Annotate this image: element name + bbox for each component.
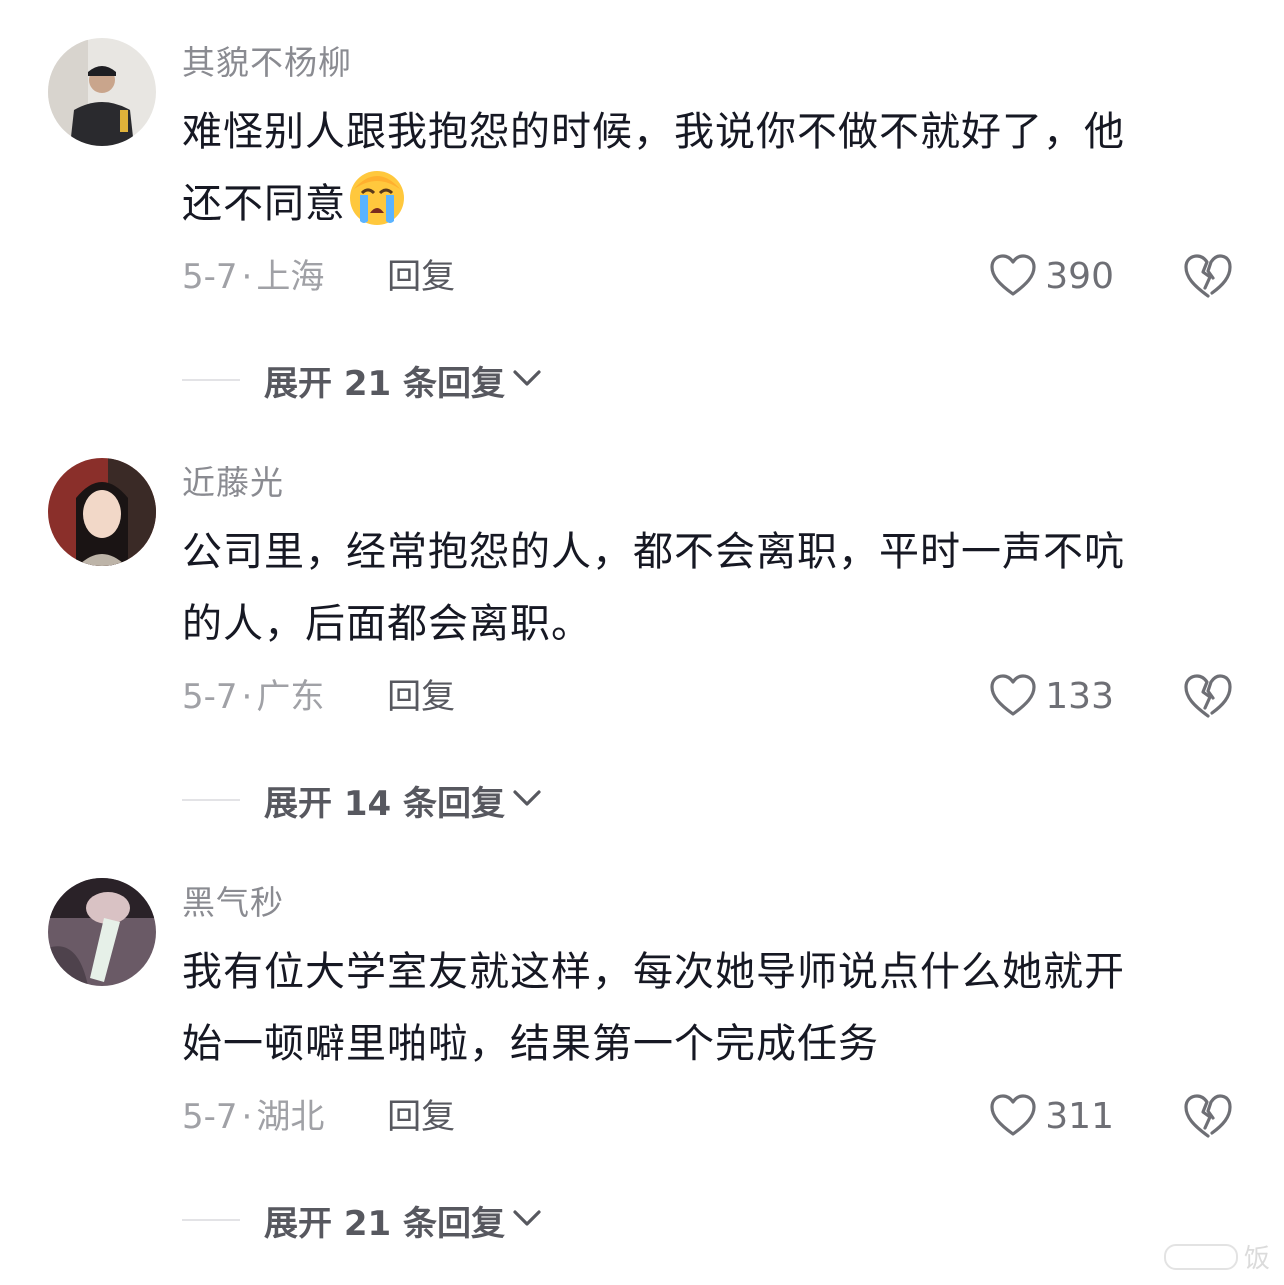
meta-separator: · bbox=[241, 257, 253, 297]
avatar[interactable] bbox=[48, 458, 156, 566]
reply-button[interactable]: 回复 bbox=[387, 677, 455, 717]
username[interactable]: 黑气秒 bbox=[182, 880, 284, 926]
expand-replies-button[interactable]: 展开 14 条回复 bbox=[182, 776, 543, 824]
expand-replies-label: 展开 21 条回复 bbox=[264, 363, 505, 404]
dislike-button[interactable] bbox=[1183, 1092, 1233, 1142]
dislike-button[interactable] bbox=[1183, 672, 1233, 722]
dislike-button[interactable] bbox=[1183, 252, 1233, 302]
meta-separator: · bbox=[241, 1097, 253, 1137]
comment-location: 广东 bbox=[256, 677, 325, 717]
comment-text-line: 公司里，经常抱怨的人，都不会离职，平时一声不吭 bbox=[182, 529, 1125, 575]
expand-replies-label: 展开 14 条回复 bbox=[264, 783, 505, 824]
chevron-down-icon bbox=[511, 788, 543, 812]
comment-text-line: 难怪别人跟我抱怨的时候，我说你不做不就好了，他 bbox=[182, 109, 1125, 155]
expand-divider bbox=[182, 1219, 240, 1221]
comment-meta: 5-7 · 湖北 回复 bbox=[182, 1092, 455, 1142]
comment-text: 难怪别人跟我抱怨的时候，我说你不做不就好了，他 还不同意 bbox=[182, 96, 1212, 250]
expand-replies-button[interactable]: 展开 21 条回复 bbox=[182, 1196, 543, 1244]
like-button[interactable]: 133 bbox=[989, 670, 1114, 724]
watermark: 饭 bbox=[1163, 1238, 1270, 1275]
meta-separator: · bbox=[241, 677, 253, 717]
comment-location: 湖北 bbox=[256, 1097, 325, 1137]
like-count: 390 bbox=[1045, 256, 1114, 297]
comment-text: 公司里，经常抱怨的人，都不会离职，平时一声不吭 的人，后面都会离职。 bbox=[182, 516, 1212, 660]
reply-button[interactable]: 回复 bbox=[387, 257, 455, 297]
comment-text: 我有位大学室友就这样，每次她导师说点什么她就开 始一顿噼里啪啦，结果第一个完成任… bbox=[182, 936, 1212, 1080]
comment-text-line-text: 还不同意 bbox=[182, 181, 346, 227]
avatar[interactable] bbox=[48, 38, 156, 146]
avatar[interactable] bbox=[48, 878, 156, 986]
like-count: 311 bbox=[1045, 1096, 1114, 1137]
broken-heart-icon bbox=[1183, 1094, 1233, 1144]
comment-meta: 5-7 · 广东 回复 bbox=[182, 672, 455, 722]
broken-heart-icon bbox=[1183, 254, 1233, 304]
comment-item: 近藤光 公司里，经常抱怨的人，都不会离职，平时一声不吭 的人，后面都会离职。 5… bbox=[0, 420, 1284, 840]
like-count: 133 bbox=[1045, 676, 1114, 717]
chevron-down-icon bbox=[511, 1208, 543, 1232]
comment-item: 其貌不杨柳 难怪别人跟我抱怨的时候，我说你不做不就好了，他 还不同意 5-7 · 上… bbox=[0, 0, 1284, 420]
comment-date: 5-7 bbox=[182, 1097, 238, 1137]
loudly-crying-face-icon bbox=[348, 169, 406, 250]
comment-text-line: 还不同意 bbox=[182, 168, 1212, 250]
comment-text-line: 的人，后面都会离职。 bbox=[182, 601, 592, 647]
expand-replies-button[interactable]: 展开 21 条回复 bbox=[182, 356, 543, 404]
username[interactable]: 近藤光 bbox=[182, 460, 284, 506]
heart-outline-icon bbox=[989, 1093, 1037, 1141]
comment-text-line: 我有位大学室友就这样，每次她导师说点什么她就开 bbox=[182, 949, 1125, 995]
like-button[interactable]: 311 bbox=[989, 1090, 1114, 1144]
comment-location: 上海 bbox=[256, 257, 325, 297]
expand-divider bbox=[182, 799, 240, 801]
expand-divider bbox=[182, 379, 240, 381]
username[interactable]: 其貌不杨柳 bbox=[182, 40, 352, 86]
heart-outline-icon bbox=[989, 253, 1037, 301]
comment-text-line: 始一顿噼里啪啦，结果第一个完成任务 bbox=[182, 1021, 879, 1067]
watermark-text: 饭 bbox=[1243, 1244, 1270, 1274]
chevron-down-icon bbox=[511, 368, 543, 392]
reply-button[interactable]: 回复 bbox=[387, 1097, 455, 1137]
comment-date: 5-7 bbox=[182, 257, 238, 297]
like-button[interactable]: 390 bbox=[989, 250, 1114, 304]
broken-heart-icon bbox=[1183, 674, 1233, 724]
comment-item: 黑气秒 我有位大学室友就这样，每次她导师说点什么她就开 始一顿噼里啪啦，结果第一… bbox=[0, 840, 1284, 1260]
watermark-logo bbox=[1163, 1243, 1238, 1270]
comment-date: 5-7 bbox=[182, 677, 238, 717]
expand-replies-label: 展开 21 条回复 bbox=[264, 1203, 505, 1244]
heart-outline-icon bbox=[989, 673, 1037, 721]
comment-meta: 5-7 · 上海 回复 bbox=[182, 252, 455, 302]
